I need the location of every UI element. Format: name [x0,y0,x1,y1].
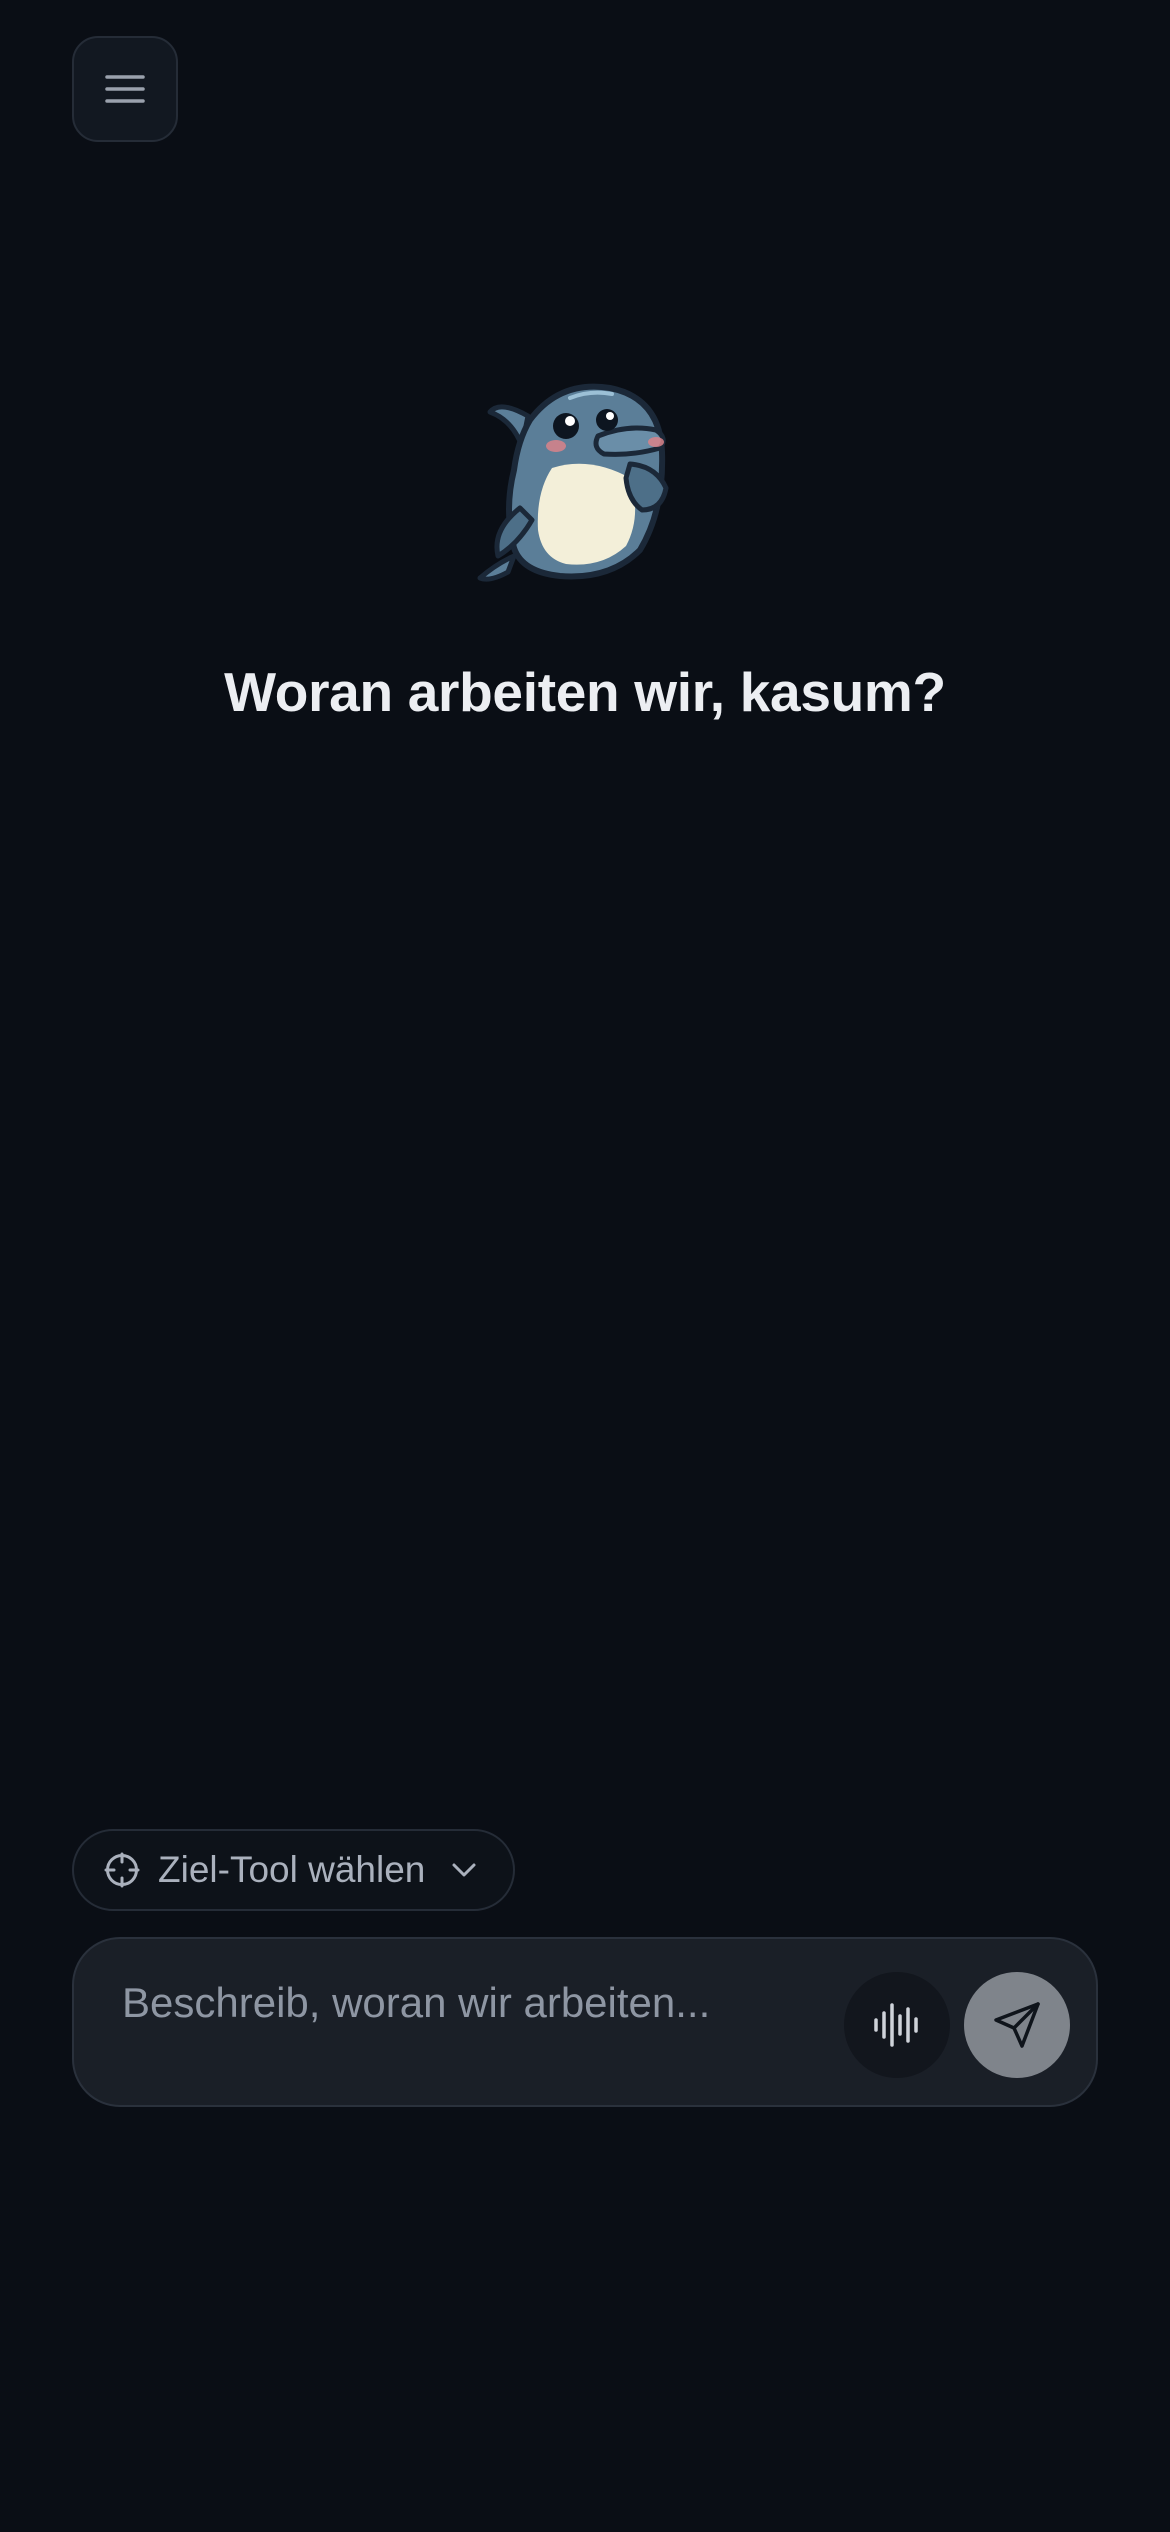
menu-button[interactable] [72,36,178,142]
send-paper-plane-icon [994,2002,1040,2048]
target-tool-selector[interactable]: Ziel-Tool wählen [72,1829,516,1911]
crosshair-icon [104,1852,140,1888]
dolphin-mascot [477,383,669,582]
message-composer [72,1937,1098,2107]
audio-waveform-icon [874,2003,918,2047]
greeting-heading: Woran arbeiten wir, kasum? [224,661,946,723]
send-button[interactable] [964,1972,1070,2078]
hamburger-menu-icon [105,75,145,103]
target-tool-label: Ziel-Tool wählen [158,1849,426,1890]
message-input[interactable] [122,1979,882,2027]
chevron-down-icon [452,1863,476,1877]
voice-input-button[interactable] [844,1972,950,2078]
